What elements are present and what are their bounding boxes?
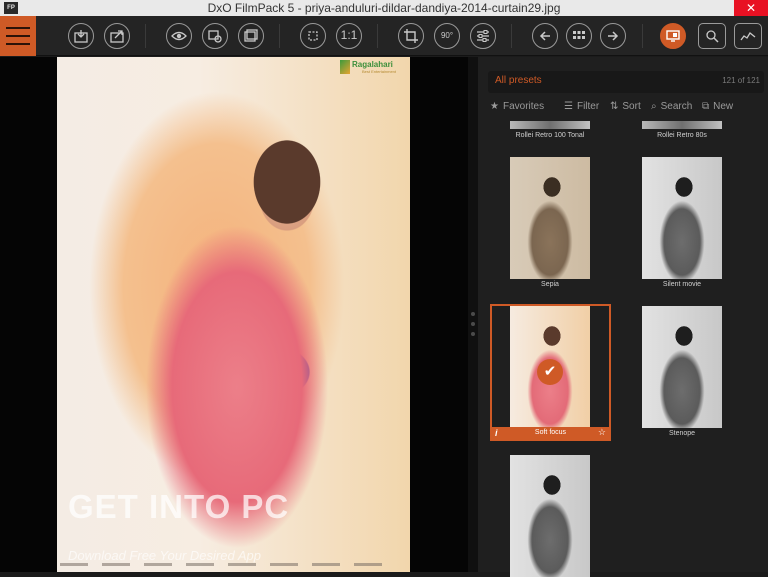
fit-icon [308, 31, 318, 41]
preset-thumbnail[interactable] [642, 157, 722, 279]
preset-thumbnail[interactable] [510, 455, 590, 577]
preset-thumbnail[interactable] [510, 121, 590, 129]
photo-credits-strip [60, 553, 400, 566]
preset-thumbnail[interactable] [642, 306, 722, 428]
menu-icon [6, 27, 30, 29]
grid-view-button[interactable] [566, 23, 592, 49]
next-image-button[interactable] [600, 23, 626, 49]
presets-panel: All presets 121 of 121 ★ Favorites ☰ Filte… [478, 57, 768, 577]
preset-name: Sepia [541, 281, 559, 288]
sort-button[interactable]: ⇅ Sort [610, 101, 641, 112]
crop-button[interactable] [398, 23, 424, 49]
gallery-button[interactable] [238, 23, 264, 49]
histogram-button[interactable] [734, 23, 762, 49]
grid-icon [573, 31, 585, 39]
histogram-icon [740, 32, 756, 41]
adjust-button[interactable] [470, 23, 496, 49]
menu-button[interactable] [0, 16, 36, 56]
gallery-icon [244, 29, 258, 42]
eye-icon [171, 31, 187, 41]
list-icon: ☰ [564, 101, 573, 112]
preset-name: Rollei Retro 100 Tonal [515, 132, 585, 139]
fit-to-screen-button[interactable] [300, 23, 326, 49]
preset-name: Stenope [668, 430, 696, 437]
close-window-button[interactable]: ✕ [734, 0, 768, 16]
logo-icon [340, 60, 350, 74]
presets-category-label: All presets [495, 75, 542, 86]
search-icon: ⌕ [651, 101, 657, 112]
import-button[interactable] [68, 23, 94, 49]
adjust-icon [477, 30, 489, 42]
sort-icon: ⇅ [610, 101, 619, 112]
loupe-button[interactable] [698, 23, 726, 49]
star-icon: ★ [490, 101, 499, 112]
compare-button[interactable] [202, 23, 228, 49]
watermark: GET INTO PC [68, 488, 290, 525]
selected-preset-bar[interactable]: i Soft focus ☆ [490, 427, 611, 441]
new-preset-icon: ⧉ [702, 101, 710, 112]
presets-count: 121 of 121 [722, 76, 760, 85]
crop-icon [404, 29, 418, 43]
favorites-button[interactable]: ★ Favorites [490, 101, 544, 112]
next-icon [608, 31, 619, 41]
one-to-one-button[interactable]: 1:1 [336, 23, 362, 49]
import-icon [74, 30, 88, 43]
new-preset-button[interactable]: ⧉ New [702, 101, 733, 112]
search-button[interactable]: ⌕ Search [651, 101, 692, 112]
presets-panel-button[interactable] [660, 23, 686, 49]
preset-name: Silent movie [662, 281, 702, 288]
export-button[interactable] [104, 23, 130, 49]
monitor-icon [666, 30, 680, 42]
panel-splitter[interactable] [468, 57, 478, 572]
preview-toggle-button[interactable] [166, 23, 192, 49]
check-icon: ✔ [537, 359, 563, 385]
presets-header[interactable]: All presets 121 of 121 [488, 71, 764, 93]
previous-image-button[interactable] [532, 23, 558, 49]
photo-logo: Ragalahari Best Entertainment [340, 59, 404, 77]
favorite-star-icon[interactable]: ☆ [598, 427, 606, 438]
zoom-icon [706, 30, 719, 43]
window-title: DxO FilmPack 5 - priya-anduluri-dildar-d… [207, 1, 561, 15]
preset-thumbnail[interactable] [510, 157, 590, 279]
filter-button[interactable]: ☰ Filter [564, 101, 599, 112]
main-toolbar: 1:1 90° [0, 16, 768, 56]
rotate-90-button[interactable]: 90° [434, 23, 460, 49]
export-icon [110, 30, 124, 43]
title-bar: FP DxO FilmPack 5 - priya-anduluri-dilda… [0, 0, 768, 16]
preset-name: Rollei Retro 80s [657, 132, 707, 139]
preset-thumbnail[interactable] [642, 121, 722, 129]
compare-icon [208, 30, 222, 43]
preset-name: Soft focus [534, 429, 567, 436]
prev-icon [539, 31, 550, 41]
presets-filter-bar: ★ Favorites ☰ Filter ⇅ Sort ⌕ Search ⧉ New [488, 101, 764, 117]
